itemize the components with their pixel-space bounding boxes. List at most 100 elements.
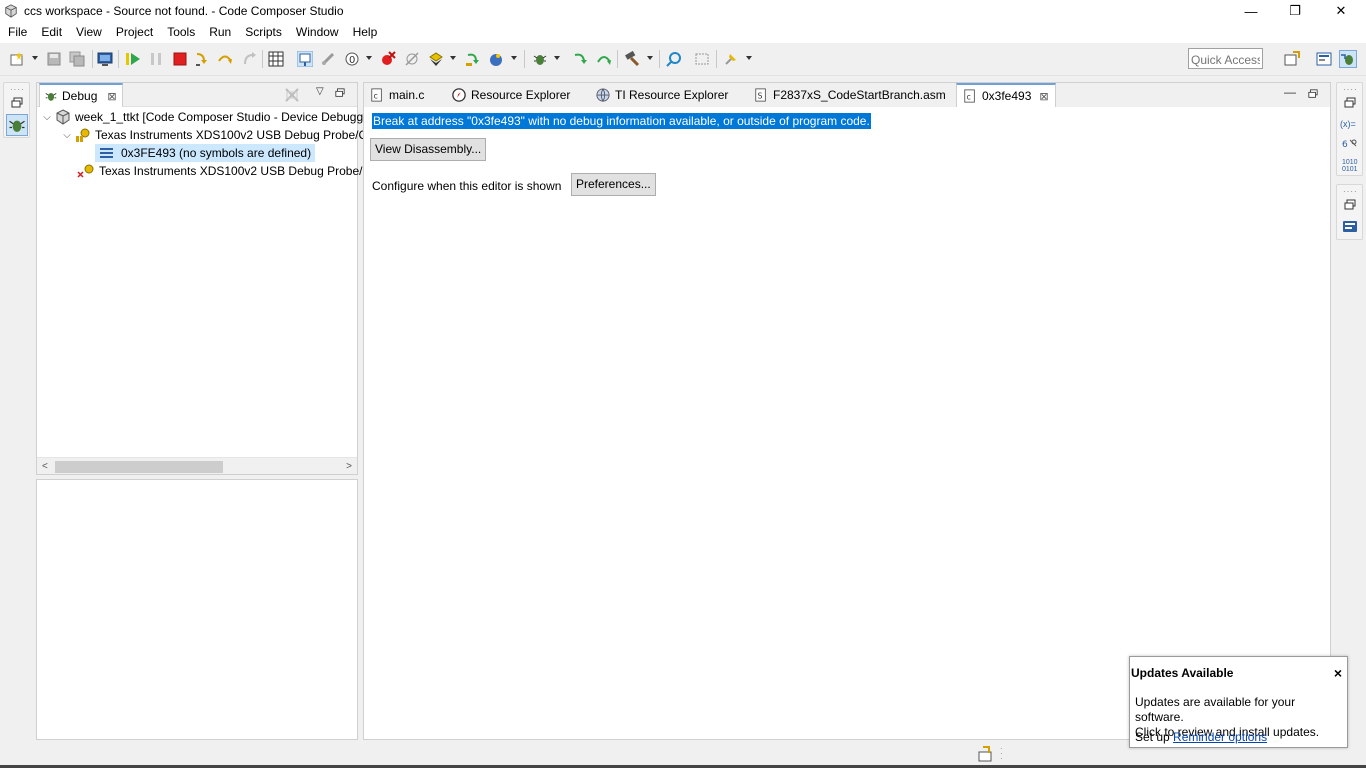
tab-resource-explorer[interactable]: Resource Explorer [452, 83, 570, 107]
suspend-icon[interactable] [148, 51, 164, 67]
step-into-icon[interactable] [194, 51, 210, 67]
menu-tools[interactable]: Tools [160, 22, 202, 43]
instruction-stepping-icon[interactable] [297, 51, 313, 67]
debug-dropdown-icon[interactable] [554, 56, 560, 60]
menu-help[interactable]: Help [346, 22, 385, 43]
minimize-icon: — [1244, 3, 1258, 19]
drag-handle-icon[interactable]: ···· [1343, 85, 1358, 94]
close-notification-icon[interactable]: × [1334, 665, 1342, 681]
disconnected-thread-icon [77, 164, 94, 178]
build-hammer-icon[interactable] [624, 51, 640, 67]
menu-run[interactable]: Run [202, 22, 238, 43]
breakpoint-dropdown-icon[interactable] [366, 56, 372, 60]
remove-breakpoints-icon[interactable] [380, 51, 396, 67]
maximize-view-icon[interactable] [335, 88, 345, 98]
tab-ti-resource-explorer[interactable]: TI Resource Explorer [596, 83, 728, 107]
open-perspective-icon[interactable] [1284, 51, 1300, 67]
empty-lower-pane [36, 479, 358, 740]
updates-status-icon[interactable] [978, 746, 994, 762]
connect-icon[interactable] [320, 51, 336, 67]
main-toolbar: 0 [0, 43, 1366, 76]
run-target-dropdown-icon[interactable] [511, 56, 517, 60]
menu-window[interactable]: Window [289, 22, 346, 43]
menu-view[interactable]: View [69, 22, 109, 43]
run-target-icon[interactable] [488, 51, 504, 67]
terminal-icon[interactable] [97, 51, 113, 67]
step-over-icon[interactable] [217, 51, 233, 67]
skip-breakpoints-icon[interactable] [404, 51, 420, 67]
restore-view-icon[interactable] [11, 97, 23, 109]
collapse-chevron-icon[interactable]: ⌵ [41, 112, 53, 123]
memory-grid-icon[interactable] [268, 51, 284, 67]
step-return-icon[interactable] [241, 51, 257, 67]
minimize-button[interactable]: — [1228, 0, 1274, 22]
view-menu-icon[interactable]: ▽ [316, 86, 324, 97]
toolbar-separator [262, 50, 263, 68]
view-disassembly-button[interactable]: View Disassembly... [370, 138, 487, 161]
new-icon[interactable] [9, 51, 25, 67]
tab-0x3fe493[interactable]: c 0x3fe493 ⊠ [956, 83, 1056, 107]
toolbar-separator [617, 50, 618, 68]
suspended-thread-icon [76, 128, 90, 142]
globe-icon [596, 88, 610, 102]
collapse-chevron-icon[interactable]: ⌵ [61, 130, 73, 141]
maximize-editor-icon[interactable] [1308, 89, 1318, 99]
tab-ti-resource-explorer-label: TI Resource Explorer [615, 88, 729, 102]
close-tab-icon[interactable]: ⊠ [107, 90, 116, 103]
debug-view-icon[interactable] [6, 114, 28, 136]
menu-edit[interactable]: Edit [34, 22, 69, 43]
preferences-button[interactable]: Preferences... [571, 173, 656, 196]
horizontal-scrollbar[interactable]: < > [37, 457, 357, 474]
registers-icon[interactable]: 1010 0101 [1342, 159, 1358, 173]
scroll-left-icon[interactable]: < [42, 461, 48, 472]
scrollbar-thumb[interactable] [55, 461, 223, 473]
ccs-debug-perspective-icon[interactable] [1339, 50, 1357, 68]
quick-access-input[interactable] [1188, 48, 1263, 69]
tab-debug[interactable]: Debug ⊠ [39, 83, 123, 107]
break-message: Break at address "0x3fe493" with no debu… [372, 113, 871, 129]
expressions-icon[interactable]: 6 [1342, 137, 1358, 151]
new-dropdown-icon[interactable] [32, 56, 38, 60]
drag-handle-icon[interactable]: ···· [10, 85, 25, 94]
breakpoint-icon[interactable]: 0 [344, 51, 360, 67]
tab-codestartbranch-asm[interactable]: S F2837xS_CodeStartBranch.asm [754, 83, 946, 107]
maximize-button[interactable]: ❐ [1272, 0, 1318, 22]
pin-icon[interactable] [723, 51, 739, 67]
remove-terminated-icon[interactable] [284, 87, 300, 103]
tab-debug-label: Debug [62, 89, 98, 103]
debug-bug-icon[interactable] [532, 51, 548, 67]
ccs-edit-perspective-icon[interactable] [1316, 51, 1332, 67]
restart-icon[interactable] [464, 51, 480, 67]
restore-view-icon[interactable] [1344, 97, 1356, 109]
load-dropdown-icon[interactable] [450, 56, 456, 60]
tree-frame-row[interactable]: 0x3FE493 (no symbols are defined) [95, 144, 316, 162]
tab-main-c[interactable]: c main.c [370, 83, 424, 107]
close-window-button[interactable]: ✕ [1318, 0, 1364, 22]
menu-file[interactable]: File [0, 22, 34, 43]
search-icon[interactable] [666, 51, 682, 67]
memory-browser-icon[interactable] [694, 51, 710, 67]
close-tab-icon[interactable]: ⊠ [1039, 90, 1048, 103]
build-dropdown-icon[interactable] [647, 56, 653, 60]
restore-view-icon[interactable] [1344, 199, 1356, 211]
minimize-editor-icon[interactable]: — [1284, 85, 1296, 99]
reminder-options-link[interactable]: Reminder options [1173, 730, 1267, 744]
variables-icon[interactable]: (x)= [1340, 119, 1356, 129]
window-title: ccs workspace - Source not found. - Code… [24, 4, 344, 18]
resume-icon[interactable] [125, 51, 141, 67]
save-all-icon[interactable] [69, 51, 85, 67]
step-assembly-icon[interactable] [573, 51, 589, 67]
console-icon[interactable] [1342, 219, 1358, 235]
save-icon[interactable] [46, 51, 62, 67]
load-program-icon[interactable] [428, 51, 444, 67]
menu-project[interactable]: Project [109, 22, 160, 43]
menu-scripts[interactable]: Scripts [238, 22, 289, 43]
step-over-assembly-icon[interactable] [596, 51, 612, 67]
pin-dropdown-icon[interactable] [746, 56, 752, 60]
tree-session-row[interactable]: ⌵ week_1_ttkt [Code Composer Studio - De… [41, 108, 383, 126]
editor-tabbar: c main.c Resource Explorer TI Resource E… [364, 83, 1330, 107]
scroll-right-icon[interactable]: > [346, 461, 352, 472]
drag-handle-icon[interactable]: ···· [1343, 187, 1358, 196]
svg-text:0: 0 [349, 55, 355, 66]
terminate-icon[interactable] [172, 51, 188, 67]
